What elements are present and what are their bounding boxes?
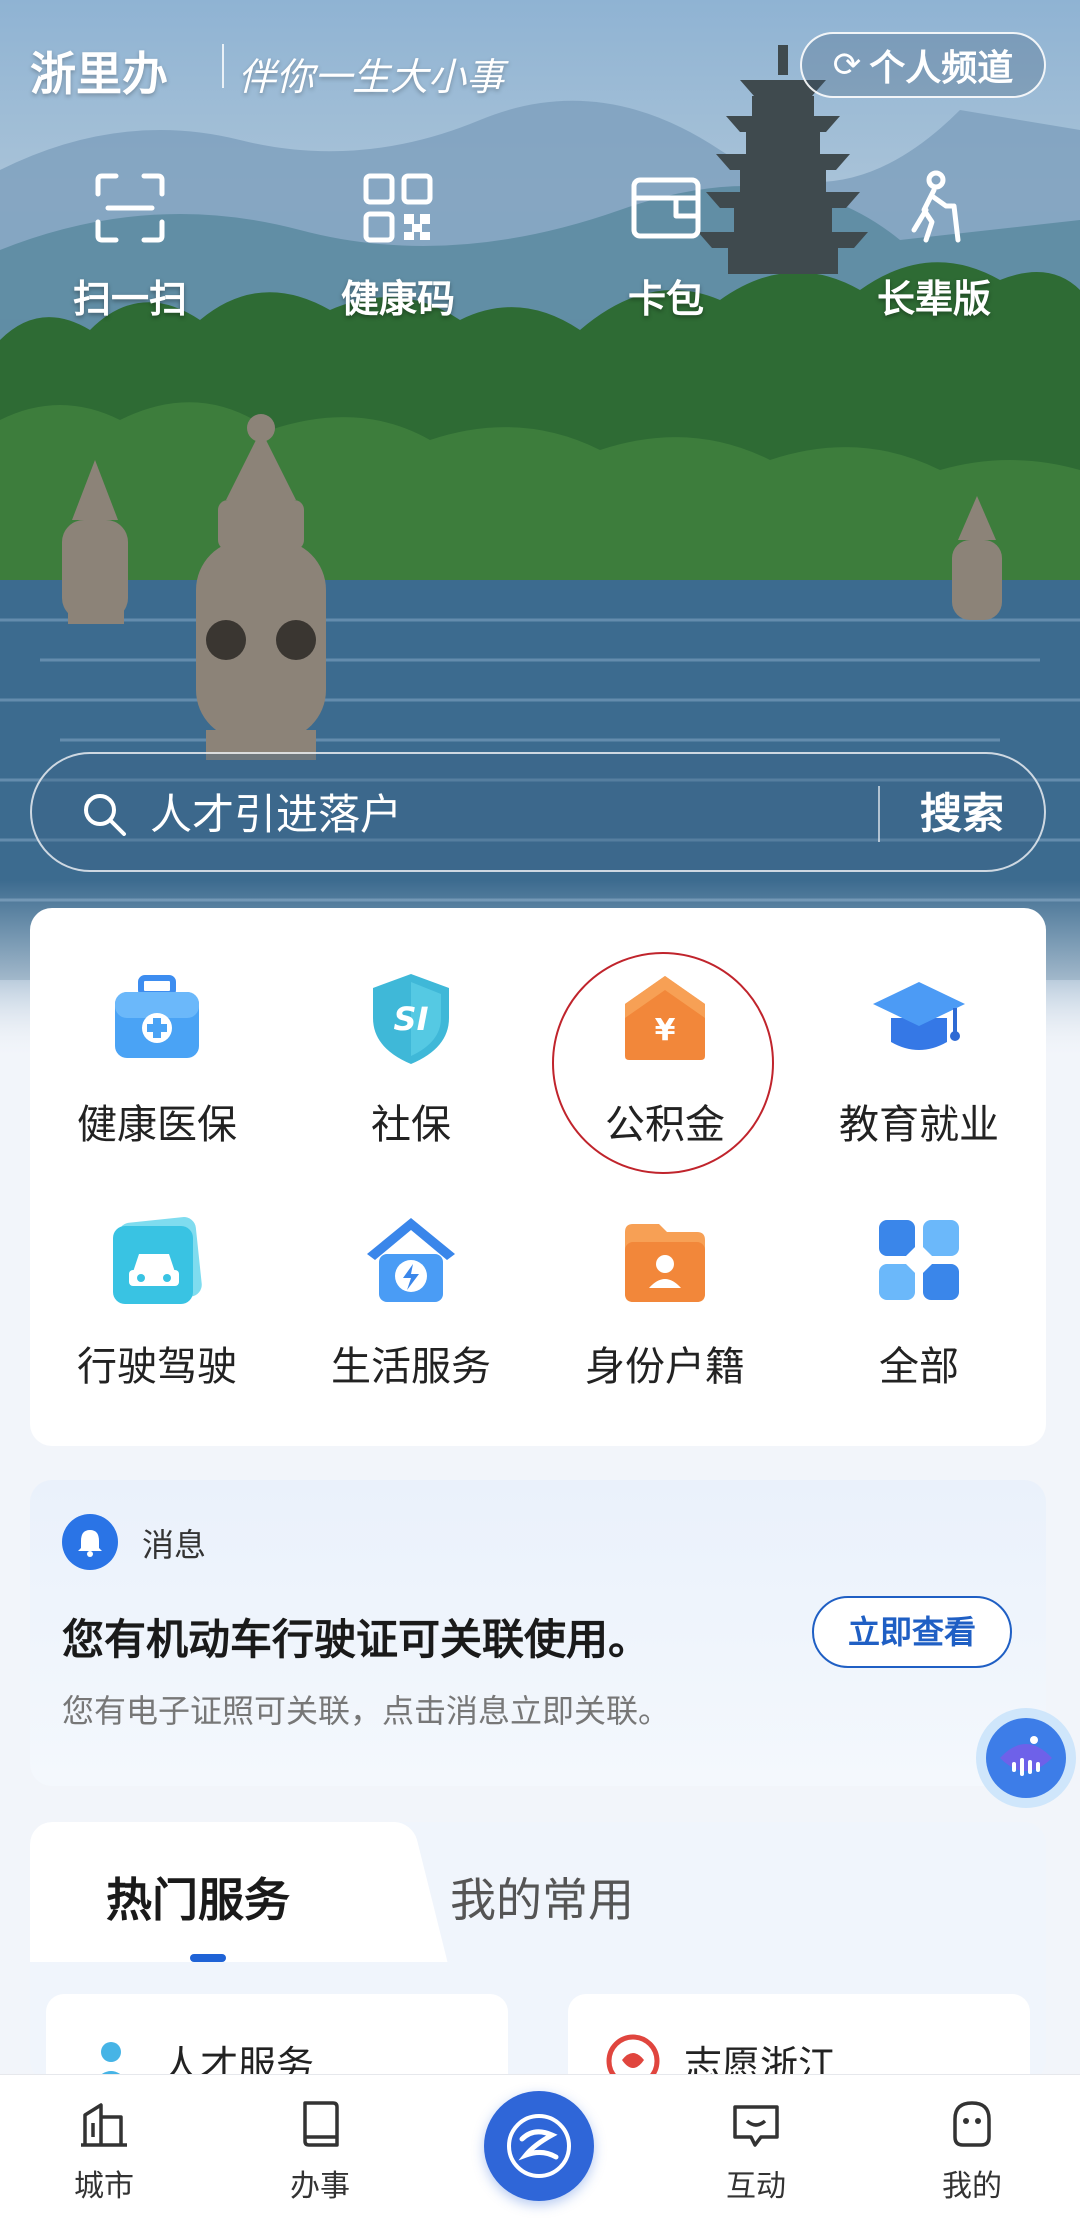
personal-channel-button[interactable]: ⟳ 个人频道	[800, 32, 1046, 98]
quick-action-label: 卡包	[627, 277, 704, 321]
service-label: 教育就业	[839, 1102, 999, 1148]
quick-action-label: 健康码	[340, 277, 455, 321]
housing-fund-icon: ¥	[625, 976, 705, 1060]
nav-label: 城市	[74, 2169, 134, 2204]
nav-label: 互动	[726, 2169, 786, 2204]
nav-mine[interactable]: 我的	[902, 2097, 1042, 2205]
nav-home-logo[interactable]	[484, 2091, 594, 2201]
quick-action-wallet[interactable]: 卡包	[566, 170, 766, 323]
quick-actions: 扫一扫 健康码 卡包 长辈版	[0, 170, 1080, 330]
profile-icon	[953, 2101, 991, 2147]
svg-text:¥: ¥	[655, 1013, 676, 1048]
view-now-button[interactable]: 立即查看	[812, 1596, 1012, 1668]
quick-action-elder-mode[interactable]: 长辈版	[834, 170, 1034, 323]
quick-action-label: 扫一扫	[72, 277, 187, 321]
message-subtitle: 您有电子证照可关联，点击消息立即关联。	[62, 1692, 671, 1730]
scan-icon	[95, 173, 165, 243]
hero-banner	[0, 0, 1080, 1060]
bottom-nav: 城市 办事 互动 我的	[0, 2074, 1080, 2231]
service-education-employment[interactable]: 教育就业	[792, 968, 1046, 1150]
app-logo-icon	[507, 2114, 571, 2178]
service-health-insurance[interactable]: 健康医保	[30, 968, 284, 1150]
medical-kit-icon	[115, 975, 199, 1058]
search-icon	[84, 794, 126, 836]
all-grid-icon	[879, 1220, 959, 1300]
service-social-security[interactable]: SI 社保	[284, 968, 538, 1150]
svg-text:SI: SI	[394, 1000, 429, 1038]
service-all[interactable]: 全部	[792, 1210, 1046, 1392]
top-bar: 浙里办 伴你一生大小事 ⟳ 个人频道	[0, 28, 1080, 104]
app-brand: 浙里办	[30, 47, 168, 101]
chat-icon	[733, 2105, 779, 2147]
brand-divider	[222, 44, 224, 88]
service-label: 全部	[879, 1344, 959, 1390]
search-divider	[878, 786, 880, 842]
west-lake-scenery	[0, 45, 1080, 1060]
search-input[interactable]	[150, 774, 890, 854]
service-identity[interactable]: 身份户籍	[538, 1210, 792, 1392]
nav-interaction[interactable]: 互动	[686, 2097, 826, 2205]
nav-label: 办事	[290, 2169, 350, 2204]
id-folder-icon	[625, 1224, 705, 1302]
city-icon	[81, 2103, 127, 2147]
nav-affairs[interactable]: 办事	[250, 2097, 390, 2205]
service-driving[interactable]: 行驶驾驶	[30, 1210, 284, 1392]
nav-city[interactable]: 城市	[34, 2097, 174, 2205]
search-button[interactable]: 搜索	[902, 784, 1022, 844]
document-icon	[303, 2101, 339, 2147]
quick-action-label: 长辈版	[876, 277, 991, 321]
wallet-icon	[631, 177, 701, 239]
bell-icon	[62, 1514, 118, 1570]
message-card[interactable]: 消息 您有机动车行驶证可关联使用。 您有电子证照可关联，点击消息立即关联。 立即…	[30, 1480, 1046, 1786]
personal-channel-label: 个人频道	[869, 48, 1014, 89]
qr-code-icon	[363, 173, 433, 243]
service-card-talent[interactable]: 人才服务	[46, 1994, 508, 2082]
tab-hot-services[interactable]: 热门服务	[106, 1864, 290, 1930]
service-label: 生活服务	[331, 1344, 491, 1390]
refresh-icon: ⟳	[832, 45, 862, 85]
service-housing-fund[interactable]: ¥ 公积金	[538, 968, 792, 1150]
social-security-shield-icon: SI	[373, 974, 449, 1064]
tab-my-favorites[interactable]: 我的常用	[450, 1864, 634, 1930]
service-label: 公积金	[605, 1102, 725, 1148]
service-label: 社保	[371, 1102, 451, 1148]
home-energy-icon	[367, 1218, 455, 1302]
elder-icon	[911, 170, 961, 243]
graduation-cap-icon	[873, 982, 965, 1050]
nav-label: 我的	[942, 2169, 1002, 2204]
app-slogan: 伴你一生大小事	[238, 55, 505, 99]
search-bar: 搜索	[30, 752, 1046, 872]
assistant-bubble-icon[interactable]	[964, 1700, 1080, 1816]
quick-action-health-code[interactable]: 健康码	[298, 170, 498, 323]
quick-action-scan[interactable]: 扫一扫	[30, 170, 230, 323]
services-tabs: 热门服务 我的常用 人才服务 志愿浙江	[30, 1822, 1046, 2082]
active-tab-indicator	[190, 1954, 226, 1962]
service-life[interactable]: 生活服务	[284, 1210, 538, 1392]
service-label: 健康医保	[77, 1102, 237, 1148]
service-label: 行驶驾驶	[77, 1344, 237, 1390]
message-title: 您有机动车行驶证可关联使用。	[62, 1615, 651, 1664]
service-label: 身份户籍	[585, 1344, 745, 1390]
message-tag: 消息	[142, 1526, 207, 1564]
service-card-volunteer[interactable]: 志愿浙江	[568, 1994, 1030, 2082]
car-icon	[113, 1217, 202, 1304]
service-grid: 健康医保 SI 社保 ¥ 公积金 教育就业 行驶驾驶 生活服务 身份户籍 全部	[30, 908, 1046, 1446]
